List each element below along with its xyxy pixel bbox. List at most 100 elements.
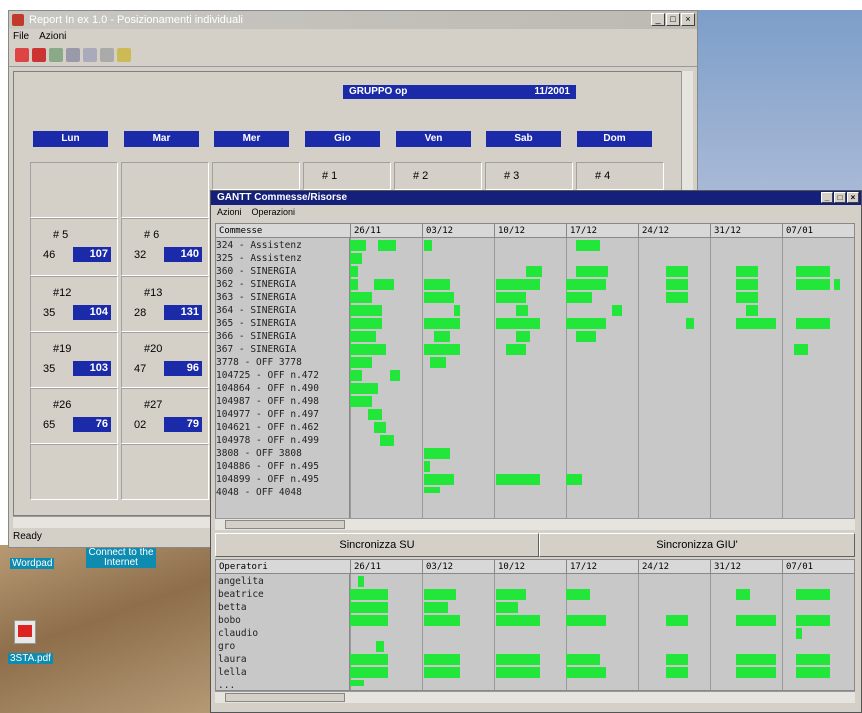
operatore-row-label[interactable]: beatrice — [218, 588, 264, 601]
date-column-header[interactable]: 31/12 — [710, 224, 782, 238]
main-titlebar[interactable]: Report In ex 1.0 - Posizionamenti indivi… — [9, 11, 697, 29]
toolbar-view-icon[interactable] — [66, 48, 80, 62]
date-column-header[interactable]: 26/11 — [350, 224, 422, 238]
gantt-bar[interactable] — [368, 409, 382, 420]
desktop-icon-pdf-label[interactable]: 3STA.pdf — [8, 653, 53, 664]
gantt-bar[interactable] — [454, 305, 460, 316]
gantt-bar[interactable] — [576, 240, 600, 251]
commessa-row-label[interactable]: 4048 - OFF 4048 — [216, 486, 302, 499]
gantt-bar[interactable] — [350, 331, 376, 342]
gantt-bar[interactable] — [424, 654, 460, 665]
gantt-bar[interactable] — [566, 318, 606, 329]
gantt-bar[interactable] — [424, 602, 448, 613]
gantt-bar[interactable] — [796, 615, 830, 626]
gantt-bar[interactable] — [516, 305, 528, 316]
commessa-row-label[interactable]: 363 - SINERGIA — [216, 291, 296, 304]
toolbar-open-icon[interactable] — [15, 48, 29, 62]
gantt-bar[interactable] — [666, 266, 688, 277]
gantt-bar[interactable] — [496, 602, 518, 613]
toolbar-grid-icon[interactable] — [83, 48, 97, 62]
maximize-icon[interactable]: □ — [666, 13, 680, 26]
gantt-bar[interactable] — [796, 654, 830, 665]
gantt-bar[interactable] — [424, 487, 440, 493]
commessa-row-label[interactable]: 367 - SINERGIA — [216, 343, 296, 356]
gantt-bar[interactable] — [496, 615, 540, 626]
minimize-icon[interactable]: _ — [651, 13, 665, 26]
close-icon[interactable]: × — [681, 13, 695, 26]
gantt-bar[interactable] — [566, 615, 606, 626]
gantt-bar[interactable] — [424, 279, 450, 290]
calendar-cell[interactable]: #27 02 79 — [121, 388, 209, 444]
gantt-bar[interactable] — [566, 589, 590, 600]
date-column-header[interactable]: 07/01 — [782, 560, 854, 574]
gantt-bar[interactable] — [736, 318, 776, 329]
gantt-bar[interactable] — [576, 266, 608, 277]
gantt-bar[interactable] — [496, 654, 540, 665]
operatore-row-label[interactable]: claudio — [218, 627, 258, 640]
gantt-bar[interactable] — [350, 680, 364, 686]
gantt-bar[interactable] — [350, 344, 386, 355]
operatore-row-label[interactable]: laura — [218, 653, 247, 666]
close-icon[interactable]: × — [847, 192, 859, 203]
gantt-bar[interactable] — [612, 305, 622, 316]
gantt-bar[interactable] — [350, 292, 372, 303]
gantt-menu-azioni[interactable]: Azioni — [217, 205, 242, 219]
gantt-titlebar[interactable]: GANTT Commesse/Risorse _ □ × — [211, 191, 861, 205]
date-column-header[interactable]: 17/12 — [566, 560, 638, 574]
gantt-bar[interactable] — [424, 240, 432, 251]
commessa-row-label[interactable]: 104977 - OFF n.497 — [216, 408, 319, 421]
gantt-bar[interactable] — [796, 318, 830, 329]
calendar-cell[interactable] — [212, 162, 300, 190]
gantt-bar[interactable] — [566, 474, 582, 485]
date-column-header[interactable]: 10/12 — [494, 560, 566, 574]
gantt-bar[interactable] — [506, 344, 526, 355]
gantt-bar[interactable] — [686, 318, 694, 329]
calendar-cell[interactable] — [303, 162, 391, 190]
calendar-cell[interactable]: #19 35 103 — [30, 332, 118, 388]
gantt-bar[interactable] — [736, 266, 758, 277]
gantt-bar[interactable] — [374, 279, 394, 290]
gantt-bar[interactable] — [350, 266, 358, 277]
gantt-bar[interactable] — [350, 602, 388, 613]
gantt-bar[interactable] — [666, 279, 688, 290]
gantt-bar[interactable] — [350, 240, 366, 251]
gantt-bar[interactable] — [736, 292, 758, 303]
commessa-row-label[interactable]: 324 - Assistenz — [216, 239, 302, 252]
gantt-bar[interactable] — [350, 589, 388, 600]
gantt-bar[interactable] — [350, 279, 358, 290]
toolbar-table-icon[interactable] — [100, 48, 114, 62]
menu-file[interactable]: File — [13, 29, 29, 45]
gantt-bar[interactable] — [358, 576, 364, 587]
gantt-menu-operazioni[interactable]: Operazioni — [252, 205, 296, 219]
gantt-bar[interactable] — [576, 331, 596, 342]
gantt-bar[interactable] — [834, 279, 840, 290]
calendar-cell[interactable]: # 6 32 140 — [121, 218, 209, 276]
calendar-cell[interactable]: #26 65 76 — [30, 388, 118, 444]
gantt-bar[interactable] — [390, 370, 400, 381]
minimize-icon[interactable]: _ — [821, 192, 833, 203]
commessa-row-label[interactable]: 104978 - OFF n.499 — [216, 434, 319, 447]
gantt-bar[interactable] — [496, 292, 526, 303]
calendar-cell[interactable] — [485, 162, 573, 190]
date-column-header[interactable]: 07/01 — [782, 224, 854, 238]
date-column-header[interactable]: 24/12 — [638, 560, 710, 574]
commessa-row-label[interactable]: 362 - SINERGIA — [216, 278, 296, 291]
commessa-row-label[interactable]: 325 - Assistenz — [216, 252, 302, 265]
commessa-row-label[interactable]: 104899 - OFF n.495 — [216, 473, 319, 486]
gantt-bar[interactable] — [666, 615, 688, 626]
gantt-bar[interactable] — [566, 279, 606, 290]
gantt-bar[interactable] — [350, 667, 388, 678]
gantt-bar[interactable] — [496, 474, 540, 485]
gantt-bar[interactable] — [736, 667, 776, 678]
sync-up-button[interactable]: Sincronizza SU — [215, 533, 539, 557]
gantt-bar[interactable] — [350, 370, 362, 381]
date-column-header[interactable]: 17/12 — [566, 224, 638, 238]
gantt-bar[interactable] — [380, 435, 394, 446]
commessa-row-label[interactable]: 104621 - OFF n.462 — [216, 421, 319, 434]
toolbar-save-icon[interactable] — [32, 48, 46, 62]
gantt-bar[interactable] — [350, 615, 388, 626]
gantt-bar[interactable] — [746, 305, 758, 316]
gantt-bar[interactable] — [424, 344, 460, 355]
date-column-header[interactable]: 31/12 — [710, 560, 782, 574]
date-column-header[interactable]: 03/12 — [422, 224, 494, 238]
